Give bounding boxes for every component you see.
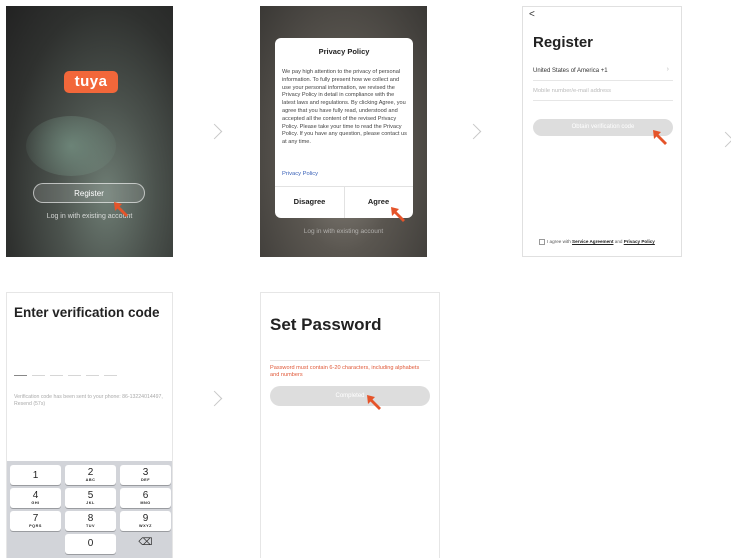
code-slot xyxy=(86,375,99,377)
set-password-screen: Set Password Password must contain 6-20 … xyxy=(260,292,440,558)
country-selector[interactable]: United States of America +1 xyxy=(533,68,608,74)
divider xyxy=(533,100,673,101)
agreement-row: I agree with Service Agreement and Priva… xyxy=(539,239,679,245)
page-title: Register xyxy=(533,34,594,51)
account-input[interactable]: Mobile number/e-mail address xyxy=(533,88,611,94)
chevron-right-icon: › xyxy=(666,66,669,73)
code-slot xyxy=(50,375,63,377)
code-slot xyxy=(104,375,117,377)
dialog-title: Privacy Policy xyxy=(318,47,370,56)
privacy-screen: Privacy Policy We pay high attention to … xyxy=(260,6,427,257)
privacy-dialog: Privacy Policy We pay high attention to … xyxy=(275,38,413,218)
numeric-keypad: 1 2 ABC 3 DEF 4 GHI 5 JKL 6 MNO 7 PQRS 8 TUV 9W… xyxy=(7,461,172,558)
backspace-icon[interactable]: ⌫ xyxy=(120,534,171,554)
code-sent-info: Verification code has been sent to your … xyxy=(14,394,163,407)
verification-screen: Enter verification code Verification cod… xyxy=(6,292,173,558)
chevron-right-icon xyxy=(717,131,731,148)
keypad-key-1[interactable]: 1 xyxy=(10,465,61,485)
tuya-logo: tuya xyxy=(64,71,118,93)
privacy-policy-link[interactable]: Privacy Policy xyxy=(624,239,655,244)
chevron-right-icon xyxy=(206,123,223,140)
chevron-right-icon xyxy=(465,123,482,140)
code-slot xyxy=(14,375,27,377)
agreement-text: I agree with xyxy=(547,239,573,245)
register-screen: < Register United States of America +1 ›… xyxy=(522,6,682,257)
splash-screen: tuya Register Log in with existing accou… xyxy=(6,6,173,257)
code-input[interactable] xyxy=(14,367,122,385)
keypad-key-9[interactable]: 9 WXYZ xyxy=(120,511,171,531)
divider xyxy=(533,80,673,81)
privacy-policy-link[interactable]: Privacy Policy xyxy=(282,171,318,177)
keypad-key-2[interactable]: 2 ABC xyxy=(65,465,116,485)
login-existing-link[interactable]: Log in with existing account xyxy=(260,228,427,235)
keypad-key-3[interactable]: 3 DEF xyxy=(120,465,171,485)
password-input[interactable] xyxy=(270,360,430,361)
login-existing-link[interactable]: Log in with existing account xyxy=(6,213,173,220)
page-title: Enter verification code xyxy=(14,305,160,320)
background-photo xyxy=(26,116,116,176)
page-title: Set Password xyxy=(270,315,382,334)
code-slot xyxy=(68,375,81,377)
keypad-blank xyxy=(10,534,61,554)
keypad-key-7[interactable]: 7 PQRS xyxy=(10,511,61,531)
back-icon[interactable]: < xyxy=(529,9,535,20)
chevron-right-icon xyxy=(206,390,223,407)
keypad-key-8[interactable]: 8 TUV xyxy=(65,511,116,531)
keypad-key-0[interactable]: 0 xyxy=(65,534,116,554)
keypad-key-5[interactable]: 5 JKL xyxy=(65,488,116,508)
completed-button[interactable]: Completed xyxy=(270,386,430,406)
keypad-key-6[interactable]: 6 MNO xyxy=(120,488,171,508)
dialog-body: We pay high attention to the privacy of … xyxy=(282,69,407,146)
disagree-button[interactable]: Disagree xyxy=(275,197,344,206)
code-slot xyxy=(32,375,45,377)
agreement-text: and xyxy=(613,239,624,245)
password-hint: Password must contain 6-20 characters, i… xyxy=(270,365,420,378)
service-agreement-link[interactable]: Service Agreement xyxy=(572,239,613,244)
keypad-key-4[interactable]: 4 GHI xyxy=(10,488,61,508)
agreement-checkbox[interactable] xyxy=(539,239,545,245)
